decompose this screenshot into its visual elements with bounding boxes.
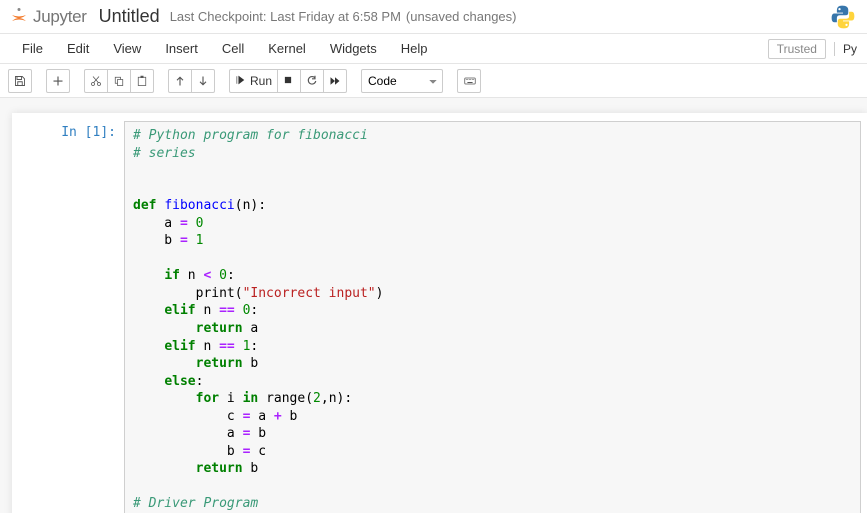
menu-insert[interactable]: Insert	[153, 36, 210, 61]
jupyter-logo-text: Jupyter	[33, 7, 87, 27]
cut-icon	[90, 75, 102, 87]
notebook-header: Jupyter Untitled Last Checkpoint: Last F…	[0, 0, 867, 34]
save-icon	[14, 75, 26, 87]
unsaved-text: (unsaved changes)	[406, 9, 517, 24]
code-cell[interactable]: In [1]: # Python program for fibonacci #…	[12, 119, 867, 513]
menu-kernel[interactable]: Kernel	[256, 36, 318, 61]
python-logo-icon	[829, 3, 857, 31]
checkpoint-text: Last Checkpoint: Last Friday at 6:58 PM	[170, 9, 401, 24]
menu-help[interactable]: Help	[389, 36, 440, 61]
arrow-up-icon	[174, 75, 186, 87]
menu-bar: File Edit View Insert Cell Kernel Widget…	[0, 34, 867, 64]
notebook: In [1]: # Python program for fibonacci #…	[12, 113, 867, 513]
cell-type-select[interactable]: Code	[361, 69, 443, 93]
menu-cell[interactable]: Cell	[210, 36, 256, 61]
jupyter-logo[interactable]: Jupyter	[8, 6, 87, 28]
menu-widgets[interactable]: Widgets	[318, 36, 389, 61]
restart-icon	[306, 75, 318, 87]
paste-button[interactable]	[130, 69, 154, 93]
keyboard-icon	[463, 75, 475, 87]
add-cell-button[interactable]	[46, 69, 70, 93]
fast-forward-icon	[329, 75, 341, 87]
cut-button[interactable]	[84, 69, 108, 93]
menu-edit[interactable]: Edit	[55, 36, 101, 61]
restart-button[interactable]	[300, 69, 324, 93]
menu-file[interactable]: File	[10, 36, 55, 61]
save-button[interactable]	[8, 69, 32, 93]
copy-icon	[113, 75, 125, 87]
interrupt-button[interactable]	[277, 69, 301, 93]
code-input[interactable]: # Python program for fibonacci # series …	[124, 121, 861, 513]
notebook-title[interactable]: Untitled	[99, 6, 160, 27]
restart-run-all-button[interactable]	[323, 69, 347, 93]
menu-view[interactable]: View	[101, 36, 153, 61]
toolbar: Run Code	[0, 64, 867, 98]
plus-icon	[52, 75, 64, 87]
trusted-indicator[interactable]: Trusted	[768, 39, 826, 59]
paste-icon	[136, 75, 148, 87]
run-label: Run	[250, 74, 272, 88]
input-prompt: In [1]:	[12, 121, 124, 513]
arrow-down-icon	[197, 75, 209, 87]
notebook-container: In [1]: # Python program for fibonacci #…	[0, 98, 867, 513]
command-palette-button[interactable]	[457, 69, 481, 93]
stop-icon	[283, 75, 295, 87]
jupyter-icon	[8, 6, 30, 28]
run-icon	[235, 75, 247, 87]
move-down-button[interactable]	[191, 69, 215, 93]
kernel-name[interactable]: Py	[834, 42, 857, 56]
run-button[interactable]: Run	[229, 69, 278, 93]
copy-button[interactable]	[107, 69, 131, 93]
move-up-button[interactable]	[168, 69, 192, 93]
